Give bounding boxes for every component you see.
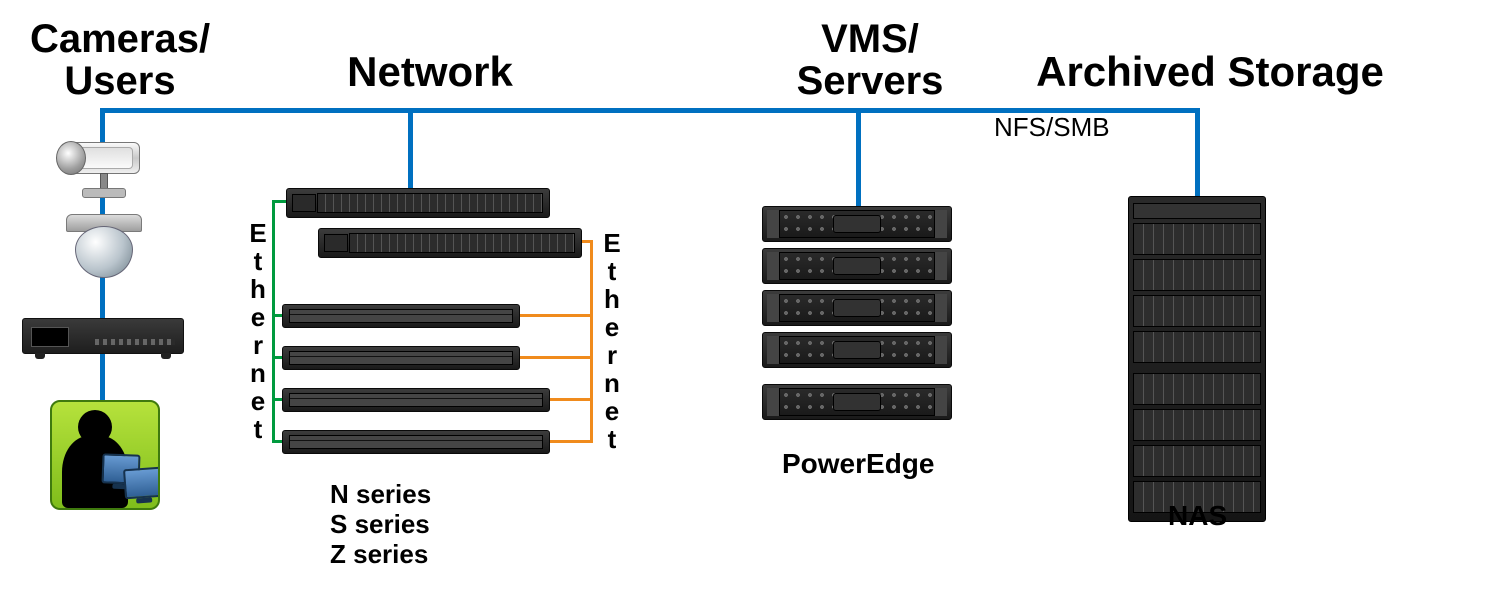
label-nfs-smb: NFS/SMB <box>994 112 1110 143</box>
bus-drop-network <box>408 108 413 188</box>
nas-unit <box>1133 445 1261 477</box>
server-5 <box>762 384 952 420</box>
switch-row-2 <box>282 346 520 370</box>
sublabel-network-series: N series S series Z series <box>330 480 431 570</box>
diagram-stage: Cameras/ Users Network VMS/ Servers Arch… <box>0 0 1486 605</box>
eth-orange-r3 <box>550 398 593 401</box>
eth-orange-r2 <box>520 356 593 359</box>
box-camera-icon <box>42 132 142 192</box>
nas-unit <box>1133 223 1261 255</box>
eth-green-to-top <box>272 200 286 203</box>
label-ethernet-right: Ethernet <box>596 228 627 452</box>
eth-green-trunk <box>272 200 275 442</box>
eth-orange-to-top <box>582 240 593 243</box>
eth-orange-r4 <box>550 440 593 443</box>
nas-unit <box>1133 259 1261 291</box>
server-3 <box>762 290 952 326</box>
server-2 <box>762 248 952 284</box>
eth-green-r1 <box>272 314 282 317</box>
user-operator-icon <box>50 400 160 510</box>
dome-camera-icon <box>66 214 140 278</box>
nvr-device-icon <box>22 318 184 354</box>
nas-rack <box>1128 196 1266 522</box>
bus-drop-servers <box>856 108 861 208</box>
eth-green-r3 <box>272 398 282 401</box>
bus-drop-storage <box>1195 108 1200 198</box>
switch-row-3 <box>282 388 550 412</box>
switch-row-4 <box>282 430 550 454</box>
heading-network: Network <box>300 50 560 94</box>
eth-orange-trunk <box>590 240 593 442</box>
heading-archived-storage: Archived Storage <box>960 50 1460 94</box>
sublabel-poweredge: PowerEdge <box>782 448 934 480</box>
nas-unit <box>1133 331 1261 363</box>
switch-row-1 <box>282 304 520 328</box>
sublabel-nas: NAS <box>1168 500 1227 532</box>
heading-cameras-users: Cameras/ Users <box>0 18 240 102</box>
eth-orange-r1 <box>520 314 593 317</box>
switch-top-2 <box>318 228 582 258</box>
switch-top-1 <box>286 188 550 218</box>
eth-green-r4 <box>272 440 282 443</box>
label-ethernet-left: Ethernet <box>242 218 273 442</box>
server-1 <box>762 206 952 242</box>
server-4 <box>762 332 952 368</box>
nas-unit <box>1133 409 1261 441</box>
nas-unit <box>1133 295 1261 327</box>
eth-green-r2 <box>272 356 282 359</box>
nas-unit <box>1133 373 1261 405</box>
